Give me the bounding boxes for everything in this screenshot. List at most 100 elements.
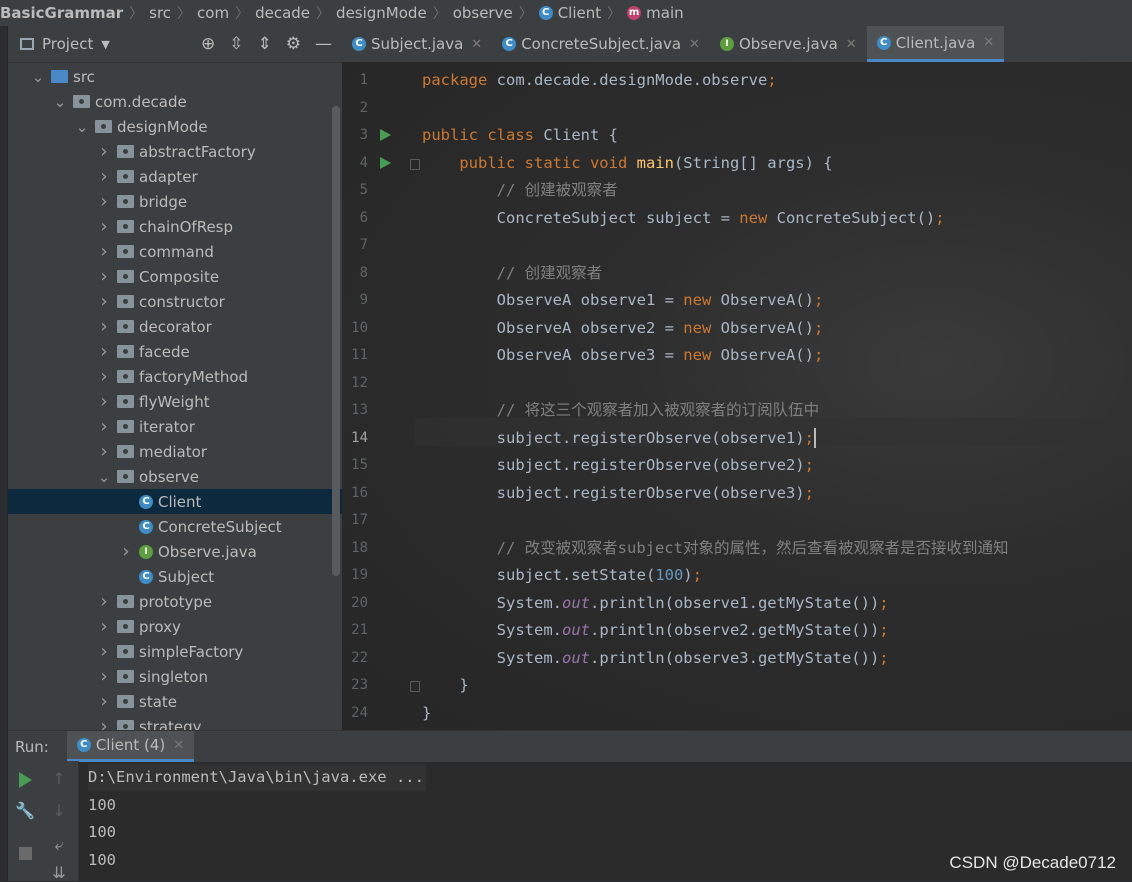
collapse-all-icon[interactable]: ⇕ [258, 34, 272, 54]
chevron-right-icon[interactable]: › [97, 366, 111, 387]
tree-item[interactable]: › state [8, 689, 342, 714]
project-view-selector[interactable]: Project ▼ [20, 35, 110, 53]
tree-item[interactable]: › command [8, 239, 342, 264]
chevron-right-icon[interactable]: › [97, 241, 111, 262]
line-number: 20 [351, 594, 368, 611]
fold-icon[interactable] [410, 158, 420, 170]
editor-tab[interactable]: C ConcreteSubject.java ✕ [492, 26, 710, 62]
tree-item[interactable]: › simpleFactory [8, 639, 342, 664]
run-gutter-icon[interactable] [380, 129, 391, 141]
close-icon[interactable]: ✕ [846, 37, 857, 52]
tree-item[interactable]: › iterator [8, 414, 342, 439]
gear-icon[interactable]: ⚙ [286, 34, 301, 54]
tree-item[interactable]: › singleton [8, 664, 342, 689]
tree-item[interactable]: › strategy [8, 714, 342, 730]
hide-panel-icon[interactable]: — [315, 34, 332, 54]
tree-item[interactable]: › Composite [8, 264, 342, 289]
console-line: 100 [88, 795, 116, 814]
run-tab[interactable]: C Client (4) ✕ [66, 731, 195, 762]
close-icon[interactable]: ✕ [983, 35, 994, 50]
chevron-right-icon[interactable]: › [119, 541, 133, 562]
breadcrumb-item[interactable]: m main [621, 4, 689, 22]
chevron-right-icon[interactable]: › [97, 141, 111, 162]
tree-item[interactable]: › constructor [8, 289, 342, 314]
tree-item-label: strategy [139, 717, 202, 731]
chevron-down-icon[interactable]: ⌄ [53, 94, 67, 109]
close-icon[interactable]: ✕ [471, 37, 482, 52]
tree-item[interactable]: › facede [8, 339, 342, 364]
chevron-right-icon[interactable]: › [97, 416, 111, 437]
breadcrumb-item[interactable]: src [143, 4, 177, 22]
scroll-to-end-icon[interactable]: ⇊ [42, 863, 76, 882]
class-icon: C [139, 494, 153, 509]
tree-item[interactable]: › chainOfResp [8, 214, 342, 239]
chevron-right-icon[interactable]: › [97, 641, 111, 662]
rerun-button[interactable] [8, 772, 42, 788]
tree-item[interactable]: › bridge [8, 189, 342, 214]
chevron-right-icon[interactable]: › [97, 716, 111, 730]
tab-label: Subject.java [371, 35, 464, 53]
breadcrumb-item[interactable]: BasicGrammar [0, 4, 129, 22]
chevron-right-icon[interactable]: › [97, 166, 111, 187]
run-gutter-icon[interactable] [380, 156, 391, 169]
class-icon: C [502, 37, 517, 51]
chevron-down-icon[interactable]: ▼ [101, 38, 109, 51]
close-icon[interactable]: ✕ [173, 738, 184, 753]
tree-item[interactable]: › prototype [8, 589, 342, 614]
chevron-right-icon[interactable]: › [97, 666, 111, 687]
code-line: ObserveA observe3 = new ObserveA(); [422, 341, 824, 369]
tree-item[interactable]: ⌄ observe [8, 464, 342, 489]
up-arrow-icon[interactable]: ↑ [42, 769, 76, 788]
stop-button[interactable] [8, 847, 42, 860]
editor-tab[interactable]: C Subject.java ✕ [342, 26, 492, 62]
chevron-down-icon[interactable]: ⌄ [75, 119, 89, 134]
down-arrow-icon[interactable]: ↓ [42, 801, 76, 820]
tree-scrollbar[interactable] [332, 106, 340, 576]
fold-icon[interactable] [410, 681, 420, 692]
chevron-right-icon[interactable]: › [97, 591, 111, 612]
expand-all-icon[interactable]: ⇳ [229, 34, 243, 54]
soft-wrap-icon[interactable]: ⤶ [42, 835, 76, 855]
chevron-right-icon[interactable]: › [97, 316, 111, 337]
tree-item[interactable]: ›CSubject [8, 564, 342, 589]
editor-tab[interactable]: I Observe.java ✕ [710, 26, 867, 62]
chevron-down-icon[interactable]: ⌄ [97, 469, 111, 484]
editor-tab[interactable]: C Client.java ✕ [866, 26, 1005, 62]
tree-item[interactable]: › abstractFactory [8, 139, 342, 164]
chevron-right-icon[interactable]: › [97, 191, 111, 212]
chevron-right-icon[interactable]: › [97, 291, 111, 312]
chevron-right-icon[interactable]: › [97, 266, 111, 287]
code-token: subject.registerObserve(observe1) [422, 428, 805, 447]
chevron-right-icon[interactable]: › [97, 391, 111, 412]
wrench-icon[interactable]: 🔧 [8, 801, 42, 820]
tree-item[interactable]: ⌄ designMode [8, 114, 342, 139]
tree-item[interactable]: ⌄ com.decade [8, 89, 342, 114]
tree-item[interactable]: ⌄ src [8, 64, 342, 89]
tree-item[interactable]: ›CClient [8, 489, 342, 514]
tree-item[interactable]: › proxy [8, 614, 342, 639]
tree-item[interactable]: ›CConcreteSubject [8, 514, 342, 539]
breadcrumb-item[interactable]: designMode [330, 4, 433, 22]
close-icon[interactable]: ✕ [689, 37, 700, 52]
breadcrumb-label: src [149, 4, 172, 22]
code-token: new [683, 346, 721, 364]
locate-file-icon[interactable]: ⊕ [201, 34, 215, 54]
breadcrumb-item[interactable]: C Client [533, 4, 607, 22]
breadcrumb-item[interactable]: com [191, 4, 235, 22]
chevron-right-icon[interactable]: › [97, 616, 111, 637]
chevron-right-icon[interactable]: › [97, 341, 111, 362]
tree-item[interactable]: › mediator [8, 439, 342, 464]
chevron-right-icon[interactable]: › [97, 441, 111, 462]
tree-item[interactable]: › I Observe.java [8, 539, 342, 564]
breadcrumb-item[interactable]: decade [249, 4, 316, 22]
chevron-down-icon[interactable]: ⌄ [31, 69, 45, 84]
tree-item[interactable]: › adapter [8, 164, 342, 189]
tree-item[interactable]: › decorator [8, 314, 342, 339]
code-line: System.out.println(observe2.getMyState()… [422, 616, 889, 644]
chevron-right-icon[interactable]: › [97, 691, 111, 712]
code-token: } [422, 703, 432, 722]
breadcrumb-item[interactable]: observe [447, 4, 519, 22]
tree-item[interactable]: › flyWeight [8, 389, 342, 414]
chevron-right-icon[interactable]: › [97, 216, 111, 237]
tree-item[interactable]: › factoryMethod [8, 364, 342, 389]
